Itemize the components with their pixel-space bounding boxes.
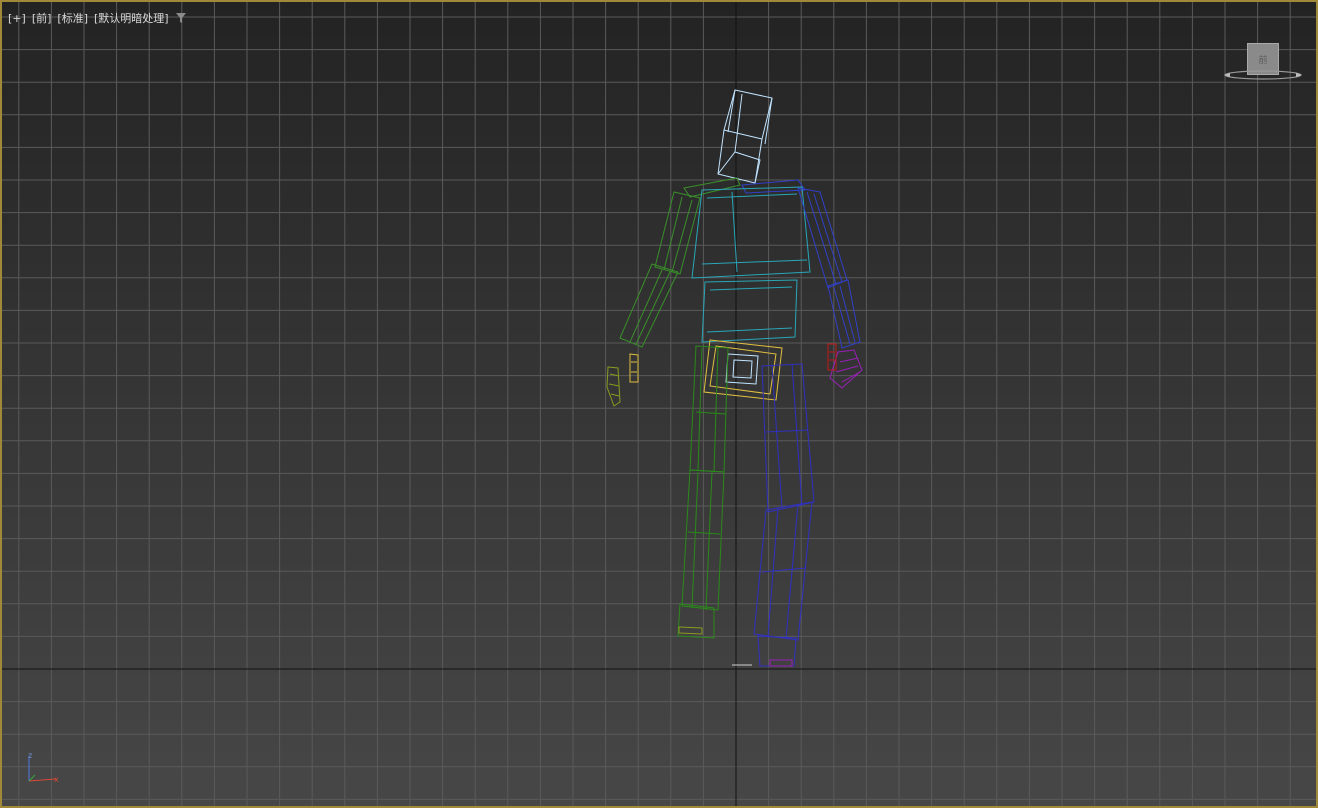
wireframe-segment xyxy=(833,285,856,345)
wireframe-segment xyxy=(769,659,793,667)
viewport-standard-label[interactable]: [标准] xyxy=(57,10,88,26)
wireframe-segment xyxy=(629,269,671,345)
biped-character[interactable] xyxy=(606,89,863,667)
filter-icon[interactable] xyxy=(175,12,187,24)
wireframe-segment xyxy=(757,635,797,667)
biped-head[interactable] xyxy=(717,89,773,184)
wireframe-segment xyxy=(727,89,773,153)
axis-z-label: z xyxy=(28,751,33,760)
biped-right-arm[interactable] xyxy=(797,187,861,349)
wireframe-segment xyxy=(606,366,621,407)
wireframe-segment xyxy=(663,196,693,273)
viewport-point-of-view-label[interactable]: [前] xyxy=(32,10,52,26)
biped-right-leg[interactable] xyxy=(753,363,815,667)
viewport-label-menu: [+] [前] [标准] [默认明暗处理] xyxy=(8,11,187,25)
wireframe-segment xyxy=(654,191,701,275)
wireframe-segment xyxy=(691,186,811,279)
wireframe-segment xyxy=(827,279,861,349)
wireframe-segment xyxy=(619,263,679,348)
viewcube-compass-ring[interactable] xyxy=(1222,68,1304,82)
wireframe-segment xyxy=(608,373,620,397)
wireframe-segment xyxy=(706,286,793,333)
wireframe-segment xyxy=(689,345,729,473)
biped-left-clavicle[interactable] xyxy=(683,177,741,198)
viewport-menu-plus[interactable]: [+] xyxy=(8,12,26,25)
viewcube[interactable]: 前 xyxy=(1222,40,1304,84)
biped-left-hand[interactable] xyxy=(606,353,639,407)
wireframe-segment xyxy=(701,191,808,273)
axis-x-label: x xyxy=(54,775,59,784)
wireframe-segment xyxy=(678,626,703,635)
biped-right-hand[interactable] xyxy=(827,343,863,389)
viewport-shading-label[interactable]: [默认明暗处理] xyxy=(94,10,169,26)
wireframe-segment xyxy=(709,345,777,395)
biped-left-arm[interactable] xyxy=(619,191,701,348)
wireframe-segment xyxy=(725,353,759,385)
biped-spine[interactable] xyxy=(691,186,811,343)
wireframe-segment xyxy=(761,363,815,513)
wireframe-segment xyxy=(835,357,861,383)
construction-grid xyxy=(2,2,1316,806)
wireframe-segment xyxy=(687,471,721,611)
scene-canvas[interactable] xyxy=(2,2,1316,806)
wireframe-segment xyxy=(717,151,761,184)
front-viewport[interactable]: [+] [前] [标准] [默认明暗处理] 前 z x xyxy=(0,0,1318,808)
biped-pelvis[interactable] xyxy=(703,339,783,401)
wireframe-segment xyxy=(629,353,639,383)
wireframe-segment xyxy=(827,343,837,371)
wireframe-segment xyxy=(695,347,727,473)
